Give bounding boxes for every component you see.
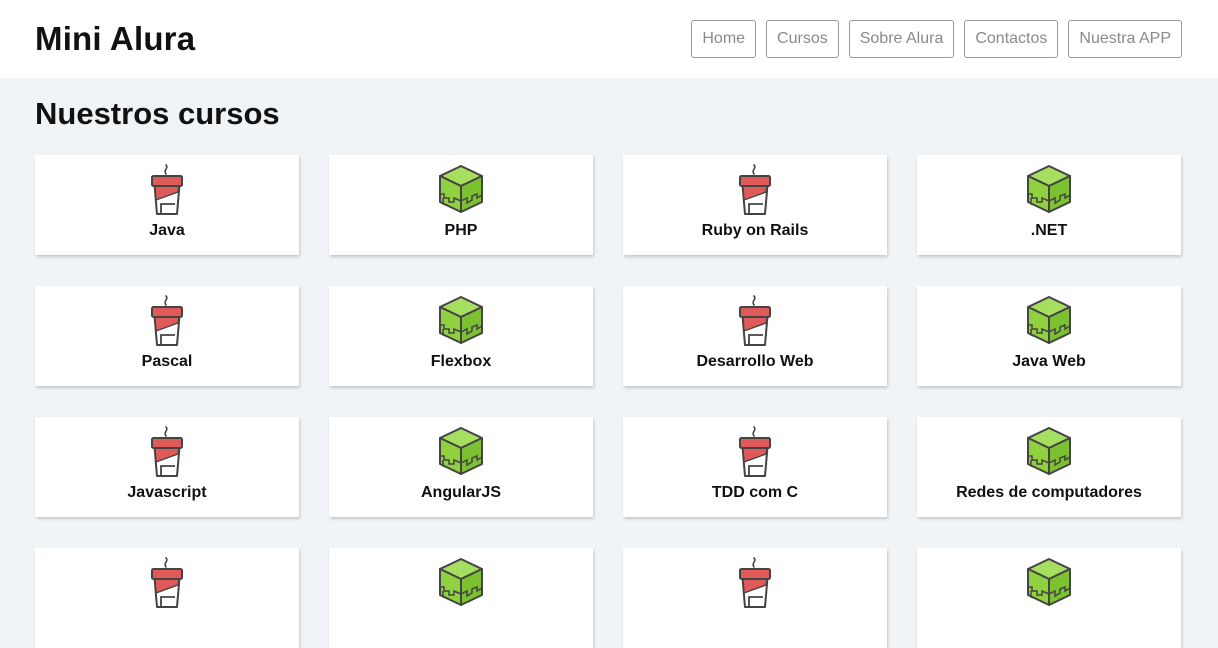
nav-contactos-button[interactable]: Contactos: [964, 20, 1059, 58]
course-label: AngularJS: [420, 484, 501, 501]
cup-icon: [739, 557, 771, 608]
course-label: Javascript: [127, 484, 207, 501]
cup-icon: [151, 557, 183, 608]
cube-icon: [439, 427, 483, 475]
cup-icon: [739, 164, 771, 215]
course-card[interactable]: Ruby on Rails: [623, 155, 887, 255]
site-title[interactable]: Mini Alura: [35, 20, 195, 58]
course-label: Java: [149, 222, 185, 239]
course-card[interactable]: Redes de computadores: [917, 417, 1181, 517]
course-card[interactable]: Java: [35, 155, 299, 255]
course-card[interactable]: Javascript: [35, 417, 299, 517]
course-card[interactable]: PHP: [329, 155, 593, 255]
nav-cursos-button[interactable]: Cursos: [766, 20, 839, 58]
course-card[interactable]: [329, 548, 593, 648]
cube-icon: [439, 558, 483, 606]
nav-nuestra-app-button[interactable]: Nuestra APP: [1068, 20, 1182, 58]
course-label: .NET: [1030, 222, 1068, 239]
course-grid: Java PHP Ruby on Rails .NET Pascal Flexb…: [35, 155, 1183, 648]
course-card[interactable]: .NET: [917, 155, 1181, 255]
course-label: Ruby on Rails: [701, 222, 809, 239]
page-title: Nuestros cursos: [35, 96, 280, 131]
course-label: Desarrollo Web: [696, 353, 814, 370]
course-label: Redes de computadores: [956, 484, 1142, 501]
cup-icon: [739, 295, 771, 346]
course-card[interactable]: [917, 548, 1181, 648]
cup-icon: [151, 164, 183, 215]
course-card[interactable]: Desarrollo Web: [623, 286, 887, 386]
cube-icon: [439, 296, 483, 344]
nav-home-button[interactable]: Home: [691, 20, 757, 58]
cube-icon: [1027, 558, 1071, 606]
course-card[interactable]: Flexbox: [329, 286, 593, 386]
course-card[interactable]: Java Web: [917, 286, 1181, 386]
course-label: PHP: [444, 222, 478, 239]
cup-icon: [151, 426, 183, 477]
cup-icon: [739, 426, 771, 477]
course-label: Java Web: [1012, 353, 1086, 370]
cup-icon: [151, 295, 183, 346]
course-card[interactable]: Pascal: [35, 286, 299, 386]
course-label: Pascal: [141, 353, 193, 370]
course-card[interactable]: AngularJS: [329, 417, 593, 517]
nav-sobre-alura-button[interactable]: Sobre Alura: [848, 20, 955, 58]
header: Mini Alura Home Cursos Sobre Alura Contacto…: [0, 0, 1218, 78]
main-nav: Home Cursos Sobre Alura Contactos Nuestra AP…: [691, 20, 1182, 58]
course-card[interactable]: [35, 548, 299, 648]
course-card[interactable]: TDD com C: [623, 417, 887, 517]
cube-icon: [1027, 427, 1071, 475]
course-label: Flexbox: [430, 353, 492, 370]
course-card[interactable]: [623, 548, 887, 648]
cube-icon: [1027, 165, 1071, 213]
course-label: TDD com C: [711, 484, 799, 501]
cube-icon: [439, 165, 483, 213]
cube-icon: [1027, 296, 1071, 344]
